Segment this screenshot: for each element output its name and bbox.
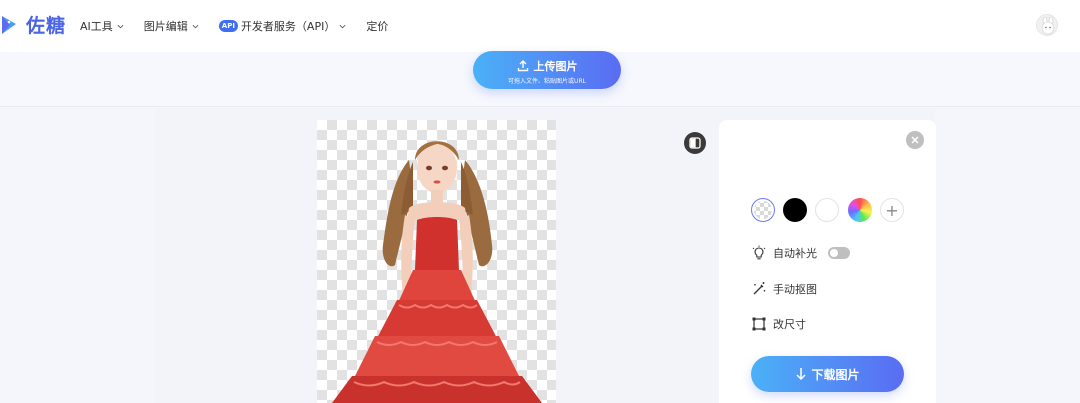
nav-ai-tools-label: AI工具 <box>80 20 113 33</box>
auto-light-option: 自动补光 <box>751 245 817 261</box>
brand-name: 佐糖 <box>26 15 67 37</box>
manual-cutout-option[interactable]: 手动抠图 <box>751 281 817 297</box>
upload-image-button[interactable]: 上传图片 可拖入文件、粘贴图片或URL <box>473 51 621 89</box>
nav-image-edit[interactable]: 图片编辑 <box>144 18 199 34</box>
resize-label: 改尺寸 <box>773 318 806 331</box>
resize-option[interactable]: 改尺寸 <box>751 316 806 332</box>
nav-image-edit-label: 图片编辑 <box>143 20 188 33</box>
nav-ai-tools[interactable]: AI工具 <box>80 18 124 34</box>
compare-toggle-button[interactable] <box>684 132 706 154</box>
bg-swatch-black[interactable] <box>783 198 807 222</box>
bg-swatch-white[interactable] <box>815 198 839 222</box>
top-navbar: 佐糖 AI工具 图片编辑 API 开发者服务（API） 定价 <box>0 0 1080 52</box>
download-image-button[interactable]: 下载图片 <box>751 356 904 392</box>
cutout-image <box>332 141 542 403</box>
crop-frame-icon <box>752 317 766 331</box>
avatar-bunny-icon <box>1041 16 1055 35</box>
upload-icon <box>517 60 528 72</box>
bg-swatch-transparent[interactable] <box>751 198 775 222</box>
user-avatar[interactable] <box>1036 14 1058 36</box>
nav-pricing-label: 定价 <box>366 20 389 33</box>
nav-pricing[interactable]: 定价 <box>366 18 388 34</box>
chevron-down-icon <box>192 24 199 28</box>
chevron-down-icon <box>117 24 124 28</box>
manual-cutout-label: 手动抠图 <box>773 283 817 296</box>
chevron-down-icon <box>339 24 346 28</box>
upload-hint: 可拖入文件、粘贴图片或URL <box>508 78 586 85</box>
logo-bird-icon <box>0 12 20 38</box>
brand-logo[interactable]: 佐糖 <box>0 11 66 38</box>
plus-icon: + <box>885 200 899 220</box>
compare-icon <box>689 137 701 149</box>
main-nav: AI工具 图片编辑 API 开发者服务（API） 定价 <box>80 18 408 34</box>
nav-developer-api[interactable]: API 开发者服务（API） <box>218 18 347 34</box>
api-badge: API <box>218 20 238 32</box>
download-button-label: 下载图片 <box>811 367 860 382</box>
auto-light-toggle[interactable] <box>828 247 850 259</box>
image-preview-canvas[interactable] <box>317 120 556 403</box>
bg-swatch-add-button[interactable]: + <box>880 198 904 222</box>
download-arrow-icon <box>796 368 807 381</box>
close-icon <box>911 136 919 144</box>
close-panel-button[interactable] <box>906 131 924 149</box>
toggle-knob <box>830 249 838 257</box>
magic-wand-icon <box>753 282 766 295</box>
lightbulb-icon <box>752 245 766 260</box>
bg-swatch-color-picker[interactable] <box>848 198 872 222</box>
nav-developer-api-label: 开发者服务（API） <box>240 20 336 33</box>
auto-light-label: 自动补光 <box>773 247 817 260</box>
upload-button-label: 上传图片 <box>533 60 578 73</box>
